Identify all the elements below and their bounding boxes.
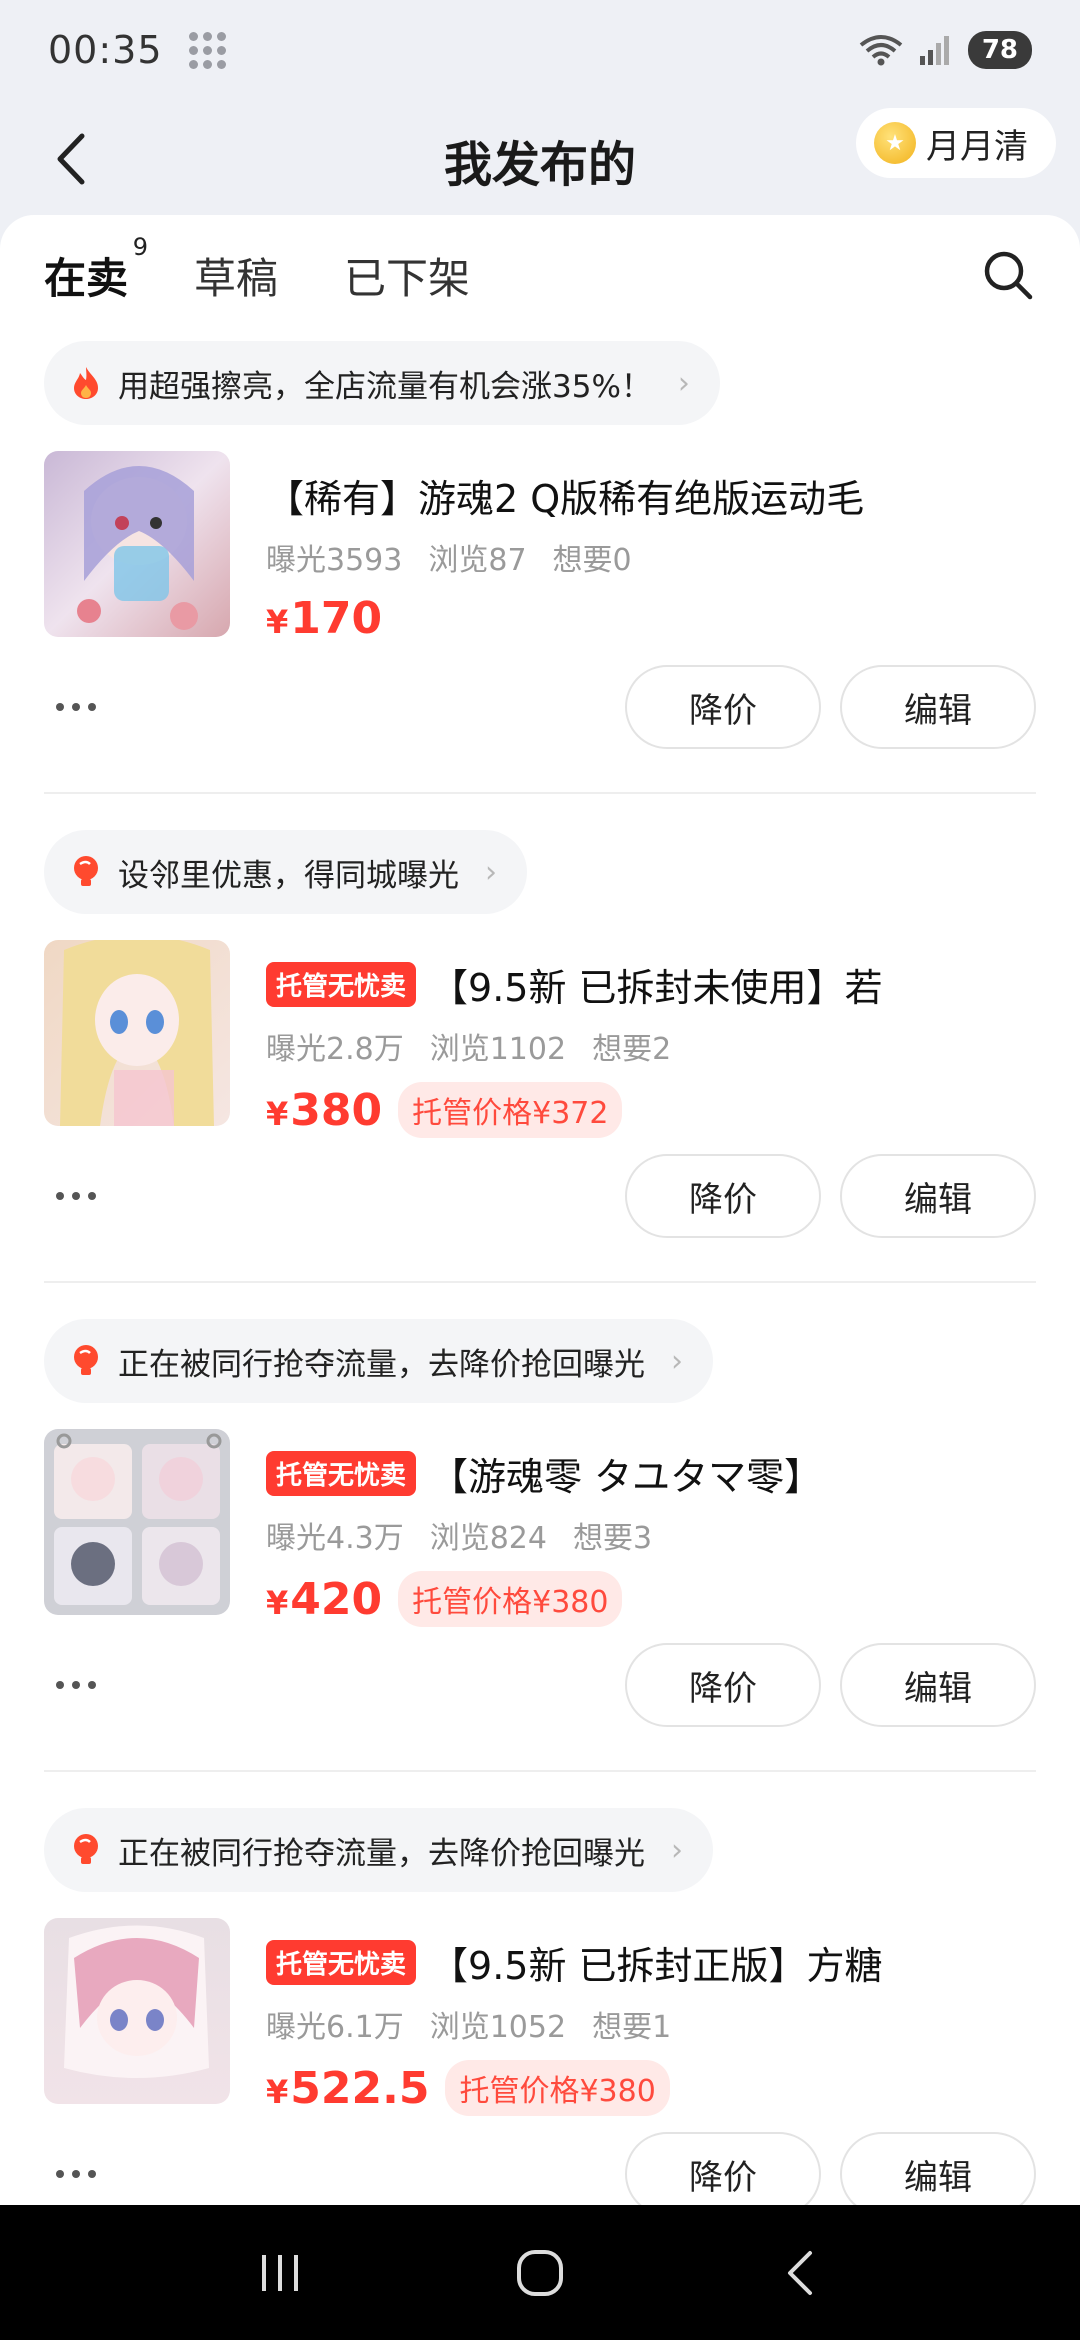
product-price: ¥170 (266, 593, 383, 644)
want-count: 想要0 (552, 543, 632, 578)
managed-sale-badge: 托管无忧卖 (266, 1939, 417, 1985)
exposure-count: 曝光2.8万 (266, 1032, 404, 1067)
status-bar: 00:35 78 (0, 0, 1080, 100)
price-down-button[interactable]: 降价 (625, 2132, 821, 2216)
want-count: 想要2 (592, 1032, 672, 1067)
search-icon (984, 251, 1033, 300)
product-title[interactable]: 【稀有】游魂2 Q版稀有绝版运动毛 (266, 468, 864, 523)
lightbulb-icon (74, 1834, 98, 1864)
managed-sale-badge: 托管无忧卖 (266, 1450, 417, 1496)
tab-bar: 在卖 9 草稿 已下架 (42, 233, 470, 306)
managed-sale-badge: 托管无忧卖 (266, 961, 417, 1007)
tab-on-sale-count: 9 (132, 233, 149, 261)
exposure-count: 曝光3593 (266, 543, 403, 578)
promo-tip-text: 用超强擦亮，全店流量有机会涨35%！ (118, 368, 652, 405)
edit-button[interactable]: 编辑 (840, 665, 1036, 749)
managed-price-tag: 托管价格¥380 (398, 1571, 623, 1627)
product-thumbnail[interactable] (44, 1429, 230, 1615)
product-thumbnail[interactable] (44, 1918, 230, 2104)
app-header: 我发布的 ★ 月月清 (0, 100, 1080, 220)
product-info: 【稀有】游魂2 Q版稀有绝版运动毛 曝光3593 浏览87 想要0 ¥170 (266, 467, 1040, 645)
back-nav-icon (788, 2250, 812, 2295)
product-thumbnail[interactable] (44, 451, 230, 637)
product-info: 托管无忧卖 【游魂零 タユタマ零】 曝光4.3万 浏览824 想要3 ¥420 … (266, 1445, 1040, 1627)
lightbulb-icon (74, 856, 98, 886)
home-icon (517, 2249, 563, 2296)
want-count: 想要3 (572, 1521, 653, 1556)
signal-icon (919, 36, 949, 65)
money-bag-icon: ★ (874, 122, 916, 164)
promo-tip[interactable]: 正在被同行抢夺流量，去降价抢回曝光 › (44, 1319, 713, 1403)
product-price: ¥522.5 (266, 2062, 430, 2114)
promo-tip[interactable]: 正在被同行抢夺流量，去降价抢回曝光 › (44, 1808, 713, 1892)
tab-drafts-label: 草稿 (194, 254, 279, 303)
chevron-right-icon: › (671, 1832, 683, 1868)
price-down-button[interactable]: 降价 (625, 665, 821, 749)
tab-drafts[interactable]: 草稿 (194, 245, 278, 306)
chevron-left-icon (57, 133, 85, 185)
edit-button[interactable]: 编辑 (840, 1154, 1036, 1238)
promo-tip-text: 正在被同行抢夺流量，去降价抢回曝光 (118, 1835, 645, 1872)
recent-apps-icon (262, 2254, 298, 2291)
lightbulb-icon (74, 1345, 98, 1375)
view-count: 浏览1052 (429, 2010, 567, 2045)
home-button[interactable] (500, 2233, 580, 2313)
product-info: 托管无忧卖 【9.5新 已拆封未使用】若 曝光2.8万 浏览1102 想要2 ¥… (266, 956, 1040, 1138)
main-card: 在卖 9 草稿 已下架 用超强擦亮，全店流量有机会涨35%！ › 【稀有】游魂2… (0, 215, 1080, 2225)
view-count: 浏览824 (429, 1521, 547, 1556)
managed-price-tag: 托管价格¥372 (398, 1082, 623, 1138)
managed-price-tag: 托管价格¥380 (445, 2060, 670, 2116)
app-grid-icon (188, 31, 226, 69)
more-options-button[interactable] (56, 703, 96, 711)
product-info: 托管无忧卖 【9.5新 已拆封正版】方糖 曝光6.1万 浏览1052 想要1 ¥… (266, 1934, 1040, 2116)
promo-tip-text: 设邻里优惠，得同城曝光 (118, 857, 459, 894)
search-button[interactable] (980, 247, 1036, 303)
tab-on-sale[interactable]: 在卖 9 (42, 233, 148, 306)
promo-tip-text: 正在被同行抢夺流量，去降价抢回曝光 (118, 1346, 645, 1383)
more-options-button[interactable] (56, 1681, 96, 1689)
want-count: 想要1 (592, 2010, 672, 2045)
price-down-button[interactable]: 降价 (625, 1154, 821, 1238)
product-title[interactable]: 【9.5新 已拆封未使用】若 (430, 957, 883, 1012)
tab-delisted[interactable]: 已下架 (344, 245, 470, 306)
product-title[interactable]: 【9.5新 已拆封正版】方糖 (430, 1935, 883, 1990)
monthly-clear-button[interactable]: ★ 月月清 (856, 108, 1056, 178)
edit-button[interactable]: 编辑 (840, 2132, 1036, 2216)
back-button[interactable] (40, 124, 100, 194)
system-navigation-bar (0, 2205, 1080, 2340)
promo-tip[interactable]: 用超强擦亮，全店流量有机会涨35%！ › (44, 341, 720, 425)
chevron-right-icon: › (671, 1343, 683, 1379)
clock: 00:35 (48, 28, 163, 72)
price-down-button[interactable]: 降价 (625, 1643, 821, 1727)
exposure-count: 曝光6.1万 (266, 2010, 404, 2045)
product-price: ¥420 (266, 1573, 383, 1625)
divider (44, 1281, 1036, 1283)
chevron-right-icon: › (677, 365, 690, 401)
tab-delisted-label: 已下架 (344, 254, 471, 303)
monthly-clear-label: 月月清 (926, 126, 1028, 167)
more-options-button[interactable] (56, 1192, 96, 1200)
product-title[interactable]: 【游魂零 タユタマ零】 (430, 1446, 822, 1501)
edit-button[interactable]: 编辑 (840, 1643, 1036, 1727)
product-thumbnail[interactable] (44, 940, 230, 1126)
back-nav-button[interactable] (760, 2233, 840, 2313)
exposure-count: 曝光4.3万 (266, 1521, 404, 1556)
tab-on-sale-label: 在卖 (44, 254, 129, 303)
page-title: 我发布的 (443, 137, 636, 193)
battery-indicator: 78 (967, 31, 1032, 69)
wifi-icon (859, 35, 903, 66)
fire-icon (74, 367, 98, 399)
view-count: 浏览87 (428, 543, 527, 578)
product-price: ¥380 (266, 1084, 383, 1136)
divider (44, 792, 1036, 794)
more-options-button[interactable] (56, 2170, 96, 2178)
divider (44, 1770, 1036, 1772)
promo-tip[interactable]: 设邻里优惠，得同城曝光 › (44, 830, 527, 914)
view-count: 浏览1102 (429, 1032, 567, 1067)
recent-apps-button[interactable] (240, 2233, 320, 2313)
chevron-right-icon: › (485, 854, 497, 890)
